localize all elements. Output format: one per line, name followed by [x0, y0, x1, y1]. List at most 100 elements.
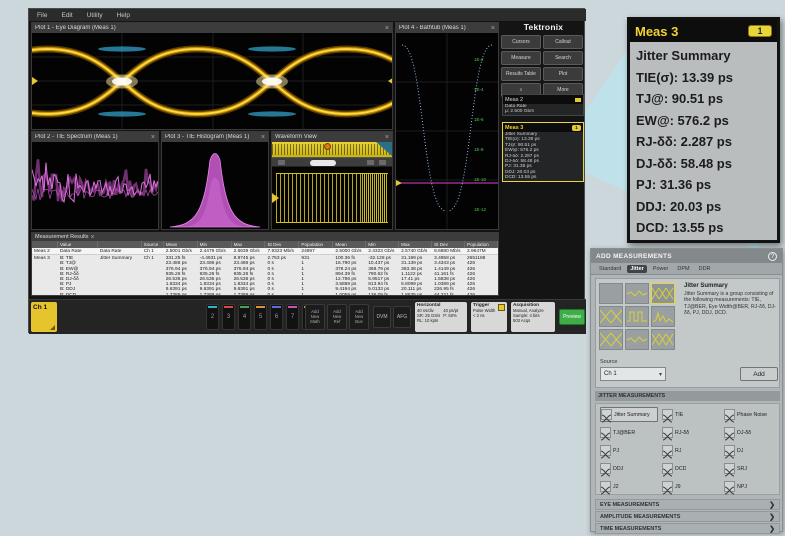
plot4-title-bar[interactable]: Plot 4 - Bathtub (Meas 1) ×	[396, 23, 498, 33]
callout-line: TJ@: 90.51 ps	[636, 88, 771, 110]
measurement-item-tie[interactable]: TIE	[662, 407, 720, 422]
measurement-item-phase-noise[interactable]: Phase Noise	[724, 407, 782, 422]
meas2-badge[interactable]: Meas 2 Data Rateμ: 2.500 Gb/s	[502, 94, 584, 116]
results-cell: B: TIEB: TJ@B: EW@B: RJ-δδB: DJ-δδB: PJB…	[58, 255, 98, 296]
measurement-item-tj-ber[interactable]: TJ@BER	[600, 425, 658, 440]
tab-standard[interactable]: Standard	[596, 265, 624, 273]
channel-6-button[interactable]: 6	[270, 304, 283, 330]
results-values: 2.5639 Gb/s	[232, 248, 266, 254]
measurement-item-j2[interactable]: J2	[600, 479, 658, 494]
thumbnail-pulse[interactable]	[625, 306, 649, 327]
table-row[interactable]: Meas 3B: TIEB: TJ@B: EW@B: RJ-δδB: DJ-δδ…	[32, 255, 498, 296]
panel-tabs: StandardJitter PowerDPM DDR	[591, 263, 782, 275]
waveform-overview-strip[interactable]	[272, 142, 392, 158]
close-icon[interactable]: ×	[151, 134, 155, 141]
toolbar-button-callout[interactable]: Callout	[543, 35, 583, 49]
waveform-zoom-toolbar[interactable]	[272, 158, 392, 167]
measurement-item-ddj[interactable]: DDJ	[600, 461, 658, 476]
add-button[interactable]: Add	[740, 367, 778, 381]
plot1-title-bar[interactable]: Plot 1 - Eye Diagram (Meas 1) ×	[32, 23, 392, 33]
zoom-in-button[interactable]	[367, 160, 374, 165]
thumbnail-spectrum[interactable]	[651, 306, 675, 327]
waveform-title-bar[interactable]: Waveform View ×	[272, 132, 392, 142]
channel-4-button[interactable]: 4	[238, 304, 251, 330]
tab-dpm[interactable]: DPM	[674, 265, 692, 273]
results-values: 8.9745 ps23.486 ps376.94 ps935.26 fs26.5…	[232, 255, 266, 296]
thumbnail-eye-triple[interactable]	[651, 283, 675, 304]
measurement-item-npj[interactable]: NPJ	[724, 479, 782, 494]
dvm-button[interactable]: DVM	[373, 306, 391, 328]
help-icon[interactable]: ?	[768, 252, 777, 261]
toolbar-button-cursors[interactable]: Cursors	[501, 35, 541, 49]
thumbnail-eye-double[interactable]	[599, 329, 623, 350]
section-eye-measurements[interactable]: EYE MEASUREMENTS❯	[595, 499, 780, 510]
measurement-item-pj[interactable]: PJ	[600, 443, 658, 458]
toolbar-button-measure[interactable]: Measure	[501, 51, 541, 65]
panel-header: ADD MEASUREMENTS ?	[591, 249, 782, 263]
meas3-badge[interactable]: Meas 3 1 Jitter SummaryTIE(σ): 13.39 psT…	[502, 122, 584, 182]
acquisition-badge[interactable]: Acquisition Manual, AnalyzeSample: 4 bit…	[511, 302, 555, 332]
add-new-bus-button[interactable]: AddNewBus	[349, 304, 369, 330]
channel-7-button[interactable]: 7	[286, 304, 299, 330]
menu-item-file[interactable]: File	[37, 12, 47, 19]
add-measurements-panel: ADD MEASUREMENTS ? StandardJitter PowerDP…	[590, 248, 783, 532]
results-column-header	[98, 241, 142, 248]
close-icon[interactable]: ×	[385, 134, 389, 141]
channel-2-button[interactable]: 2	[206, 304, 219, 330]
trigger-badge[interactable]: Trigger Pulse Width< 2 ns	[471, 302, 507, 332]
results-title-bar[interactable]: Measurement Results ×	[32, 233, 498, 241]
measurement-item-srj[interactable]: SRJ	[724, 461, 782, 476]
jitter-measurements-header: JITTER MEASUREMENTS	[595, 391, 780, 401]
thumbnail-trend[interactable]	[625, 283, 649, 304]
toolbar-button-plot[interactable]: Plot	[543, 67, 583, 81]
measurement-item-rj-[interactable]: RJ-δδ	[662, 425, 720, 440]
section-time-measurements[interactable]: TIME MEASUREMENTS❯	[595, 523, 780, 534]
channel-color-stripe	[224, 306, 233, 308]
menu-item-help[interactable]: Help	[117, 12, 130, 19]
plot2-title-bar[interactable]: Plot 2 - TIE Spectrum (Meas 1) ×	[32, 132, 158, 142]
close-icon[interactable]: ×	[491, 25, 495, 32]
channel-3-button[interactable]: 3	[222, 304, 235, 330]
tab-power[interactable]: Power	[650, 265, 672, 273]
close-icon[interactable]: ×	[91, 234, 95, 241]
thumbnail-trend[interactable]	[625, 329, 649, 350]
toolbar-button-results-table[interactable]: Results Table	[501, 67, 541, 81]
measurement-item-jitter-summary[interactable]: Jitter Summary	[600, 407, 658, 422]
table-row[interactable]: Meas 2Data RateData RateCh 12.5001 Gb/s2…	[32, 248, 498, 255]
section-amplitude-measurements[interactable]: AMPLITUDE MEASUREMENTS❯	[595, 511, 780, 522]
ber-axis-label: 1E-4	[474, 87, 484, 92]
toolbar-button-search[interactable]: Search	[543, 51, 583, 65]
add-new-ref-button[interactable]: AddNewRef	[327, 304, 347, 330]
thumbnail-eye-double[interactable]	[599, 306, 623, 327]
measurement-item-label: Jitter Summary	[614, 412, 650, 418]
horizontal-badge[interactable]: Horizontal 40 ns/divSR: 25 GS/sRL: 10 kp…	[415, 302, 467, 332]
zoom-reset-button[interactable]	[379, 160, 386, 165]
measurement-item-dcd[interactable]: DCD	[662, 461, 720, 476]
tab-ddr[interactable]: DDR	[696, 265, 714, 273]
channel-1-badge[interactable]: Ch 1	[31, 302, 57, 332]
add-new-math-button[interactable]: AddNewMath	[305, 304, 325, 330]
measurement-item-j9[interactable]: J9	[662, 479, 720, 494]
channel-5-button[interactable]: 5	[254, 304, 267, 330]
menu-item-edit[interactable]: Edit	[61, 12, 72, 19]
afg-button[interactable]: AFG	[393, 306, 411, 328]
callout-line: Jitter Summary	[636, 45, 771, 67]
zoom-out-button[interactable]	[278, 160, 285, 165]
results-values: -4.4931 ps23.486 ps376.94 ps935.26 fs26.…	[198, 255, 232, 296]
thumbnail-plain[interactable]	[599, 283, 623, 304]
menu-item-utility[interactable]: Utility	[87, 12, 103, 19]
trigger-position-icon[interactable]	[324, 143, 331, 150]
preview-button[interactable]: Preview	[559, 309, 585, 325]
source-dropdown[interactable]: Ch 1 ▾	[600, 367, 666, 381]
measurement-item-dj-[interactable]: DJ-δδ	[724, 425, 782, 440]
callout-line: TIE(σ): 13.39 ps	[636, 67, 771, 89]
plot3-title-bar[interactable]: Plot 3 - TIE Histogram (Meas 1) ×	[162, 132, 268, 142]
eye-crossing-icon	[601, 409, 612, 420]
zoom-scale-pill[interactable]	[310, 160, 336, 166]
close-icon[interactable]: ×	[261, 134, 265, 141]
thumbnail-eye-triple[interactable]	[651, 329, 675, 350]
tab-jitter[interactable]: Jitter	[627, 265, 646, 273]
measurement-item-rj[interactable]: RJ	[662, 443, 720, 458]
close-icon[interactable]: ×	[385, 25, 389, 32]
measurement-item-dj[interactable]: DJ	[724, 443, 782, 458]
